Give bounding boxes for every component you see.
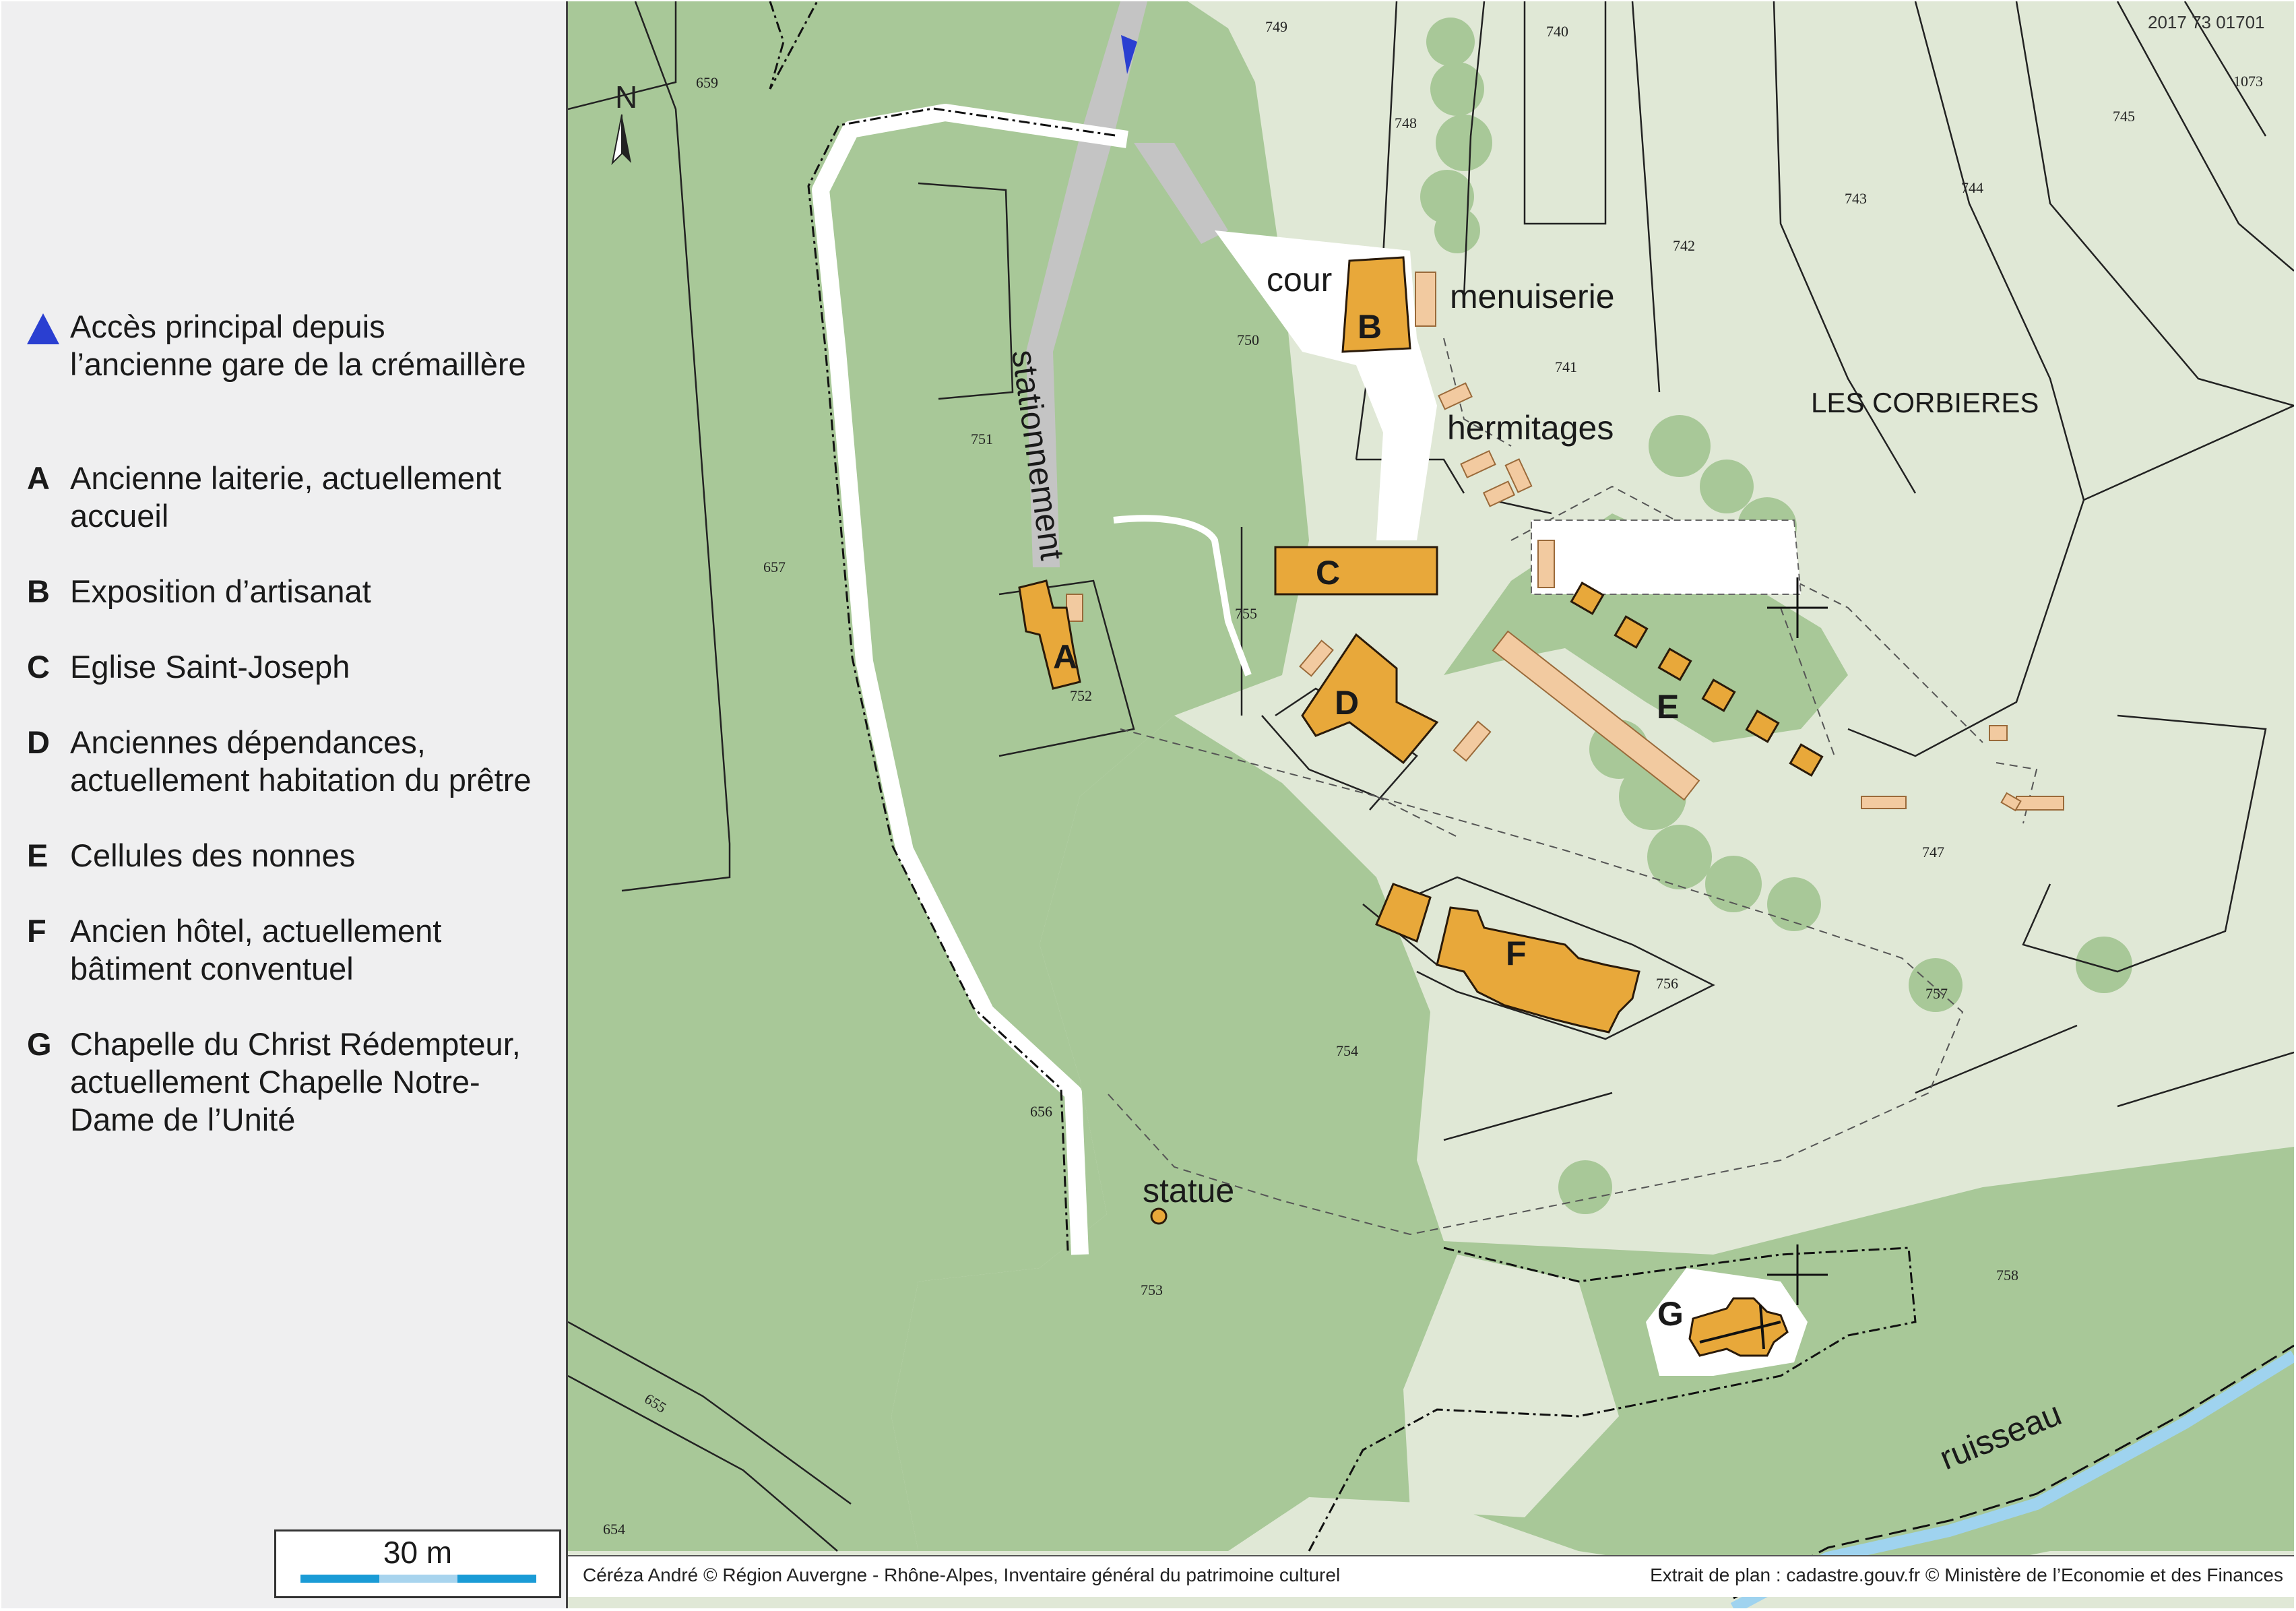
parcel-number: 1073 bbox=[2233, 73, 2263, 90]
building-letter: C bbox=[1316, 554, 1340, 592]
legend-item-text: Eglise Saint-Joseph bbox=[70, 649, 350, 685]
parcel-number: 749 bbox=[1265, 18, 1287, 35]
label-menuiserie: menuiserie bbox=[1450, 278, 1615, 315]
legend-item-text: Ancienne laiterie, actuellement accueil bbox=[70, 460, 502, 534]
parcel-number: 743 bbox=[1845, 190, 1867, 207]
site-map: N 2017 73 01701 LES CORBIERES cour menui… bbox=[568, 1, 2294, 1608]
legend-item-letter: F bbox=[27, 913, 46, 949]
parcel-number: 753 bbox=[1141, 1282, 1163, 1298]
legend-item-text: Anciennes dépendances, actuellement habi… bbox=[70, 724, 532, 798]
parcel-number: 745 bbox=[2113, 108, 2135, 125]
building-c bbox=[1274, 546, 1438, 596]
label-cour: cour bbox=[1267, 261, 1332, 298]
building-letter: D bbox=[1335, 684, 1359, 722]
scale-bar-graphic bbox=[300, 1575, 536, 1583]
building-letter: F bbox=[1506, 935, 1527, 972]
map-figure: Accès principal depuis l’ancienne gare d… bbox=[0, 0, 2296, 1611]
parcel-number: 755 bbox=[1235, 605, 1257, 622]
legend-item-text: Exposition d’artisanat bbox=[70, 573, 371, 609]
legend-item-text: Cellules des nonnes bbox=[70, 838, 356, 873]
legend-item-letter: B bbox=[27, 573, 50, 609]
parcel-number: 748 bbox=[1395, 115, 1417, 131]
parcel-number: 742 bbox=[1673, 237, 1695, 254]
parcel-number: 750 bbox=[1237, 331, 1259, 348]
legend-item-text: Chapelle du Christ Rédempteur, actuellem… bbox=[70, 1026, 521, 1137]
parcel-number: 657 bbox=[763, 559, 786, 575]
legend-panel: Accès principal depuis l’ancienne gare d… bbox=[1, 1, 568, 1608]
legend-item-letter: D bbox=[27, 724, 50, 760]
credits-bar: Céréza André © Région Auvergne - Rhône-A… bbox=[568, 1555, 2294, 1597]
parcel-number: 747 bbox=[1922, 844, 1944, 860]
legend-item-letter: C bbox=[27, 649, 50, 685]
parcel-number: 659 bbox=[696, 74, 718, 91]
scale-segment bbox=[457, 1575, 536, 1583]
parcel-number: 752 bbox=[1070, 687, 1092, 704]
legend-item-letter: G bbox=[27, 1026, 52, 1062]
scale-bar: 30 m bbox=[274, 1529, 561, 1598]
building-letter: G bbox=[1657, 1295, 1684, 1333]
map-reference: 2017 73 01701 bbox=[2148, 12, 2265, 32]
credit-author: Céréza André © Région Auvergne - Rhône-A… bbox=[583, 1565, 1341, 1585]
legend-item-letter: A bbox=[27, 460, 50, 496]
building-letter: E bbox=[1657, 688, 1679, 726]
legend-item-text: Accès principal depuis l’ancienne gare d… bbox=[70, 309, 526, 382]
parcel-number: 751 bbox=[971, 431, 993, 447]
building-letter: B bbox=[1358, 308, 1382, 346]
parcel-number: 654 bbox=[603, 1521, 625, 1538]
parcel-number: 656 bbox=[1030, 1103, 1052, 1120]
parcel-number: 741 bbox=[1555, 358, 1577, 375]
label-statue: statue bbox=[1143, 1172, 1234, 1209]
place-name: LES CORBIERES bbox=[1811, 387, 2039, 418]
north-label: N bbox=[615, 80, 637, 115]
map-canvas: N 2017 73 01701 LES CORBIERES cour menui… bbox=[568, 1, 2294, 1608]
scale-segment bbox=[379, 1575, 457, 1583]
label-hermitages: hermitages bbox=[1447, 409, 1614, 447]
parcel-number: 756 bbox=[1656, 975, 1678, 992]
parcel-number: 758 bbox=[1996, 1267, 2018, 1284]
credit-source: Extrait de plan : cadastre.gouv.fr © Min… bbox=[1650, 1565, 2283, 1585]
legend-item-text: Ancien hôtel, actuellement bâtiment conv… bbox=[70, 913, 442, 986]
parcel-number: 744 bbox=[1961, 179, 1983, 196]
parcel-number: 740 bbox=[1546, 23, 1568, 40]
church-forecourt bbox=[1531, 519, 1802, 595]
scale-label: 30 m bbox=[383, 1535, 453, 1570]
access-triangle-icon bbox=[27, 313, 59, 344]
legend-item-letter: E bbox=[27, 838, 49, 873]
parcel-number: 754 bbox=[1336, 1042, 1358, 1059]
statue-marker bbox=[1150, 1207, 1168, 1225]
parcel-number: 757 bbox=[1925, 985, 1948, 1002]
scale-segment bbox=[300, 1575, 379, 1583]
building-letter: A bbox=[1053, 638, 1077, 676]
